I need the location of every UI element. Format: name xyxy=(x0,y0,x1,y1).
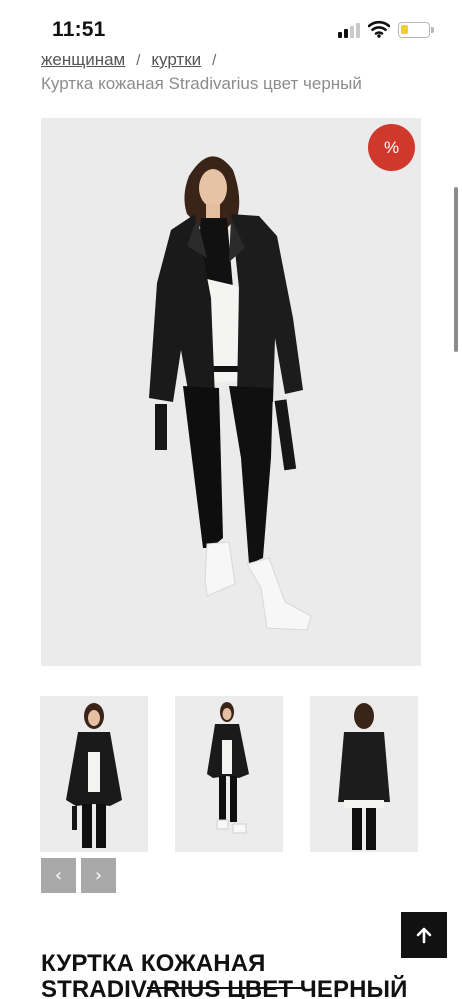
breadcrumb-link-women[interactable]: женщинам xyxy=(41,50,125,69)
battery-level xyxy=(401,25,408,34)
breadcrumb-link-jackets[interactable]: куртки xyxy=(151,50,201,69)
thumbnail-1[interactable] xyxy=(40,696,148,852)
battery-icon xyxy=(398,22,434,38)
thumbnail-photo xyxy=(40,696,148,852)
breadcrumb-current: Куртка кожаная Stradivarius цвет черный xyxy=(41,74,362,93)
status-time: 11:51 xyxy=(52,18,106,41)
arrow-up-icon xyxy=(416,927,432,944)
thumbnail-2[interactable] xyxy=(175,696,283,852)
chevron-right-icon: › xyxy=(94,865,103,886)
carousel-next-button[interactable]: › xyxy=(81,858,116,893)
chevron-left-icon: ‹ xyxy=(54,865,63,886)
breadcrumb-separator: / xyxy=(212,52,217,69)
main-product-image[interactable] xyxy=(41,118,421,666)
title-strike-line xyxy=(147,987,305,989)
discount-badge: % xyxy=(368,124,415,171)
breadcrumb: женщинам / куртки / xyxy=(41,50,227,70)
thumbnail-3[interactable] xyxy=(310,696,418,852)
product-photo xyxy=(41,118,421,666)
cellular-signal-icon xyxy=(338,22,362,38)
wifi-icon xyxy=(368,20,390,38)
thumbnail-photo xyxy=(175,696,283,852)
thumbnail-photo xyxy=(310,696,418,852)
scrollbar[interactable] xyxy=(454,187,458,352)
product-title: Куртка кожаная Stradivarius цвет черный xyxy=(41,950,408,999)
breadcrumb-separator: / xyxy=(136,52,141,69)
status-bar: 11:51 xyxy=(0,0,462,48)
carousel-prev-button[interactable]: ‹ xyxy=(41,858,76,893)
